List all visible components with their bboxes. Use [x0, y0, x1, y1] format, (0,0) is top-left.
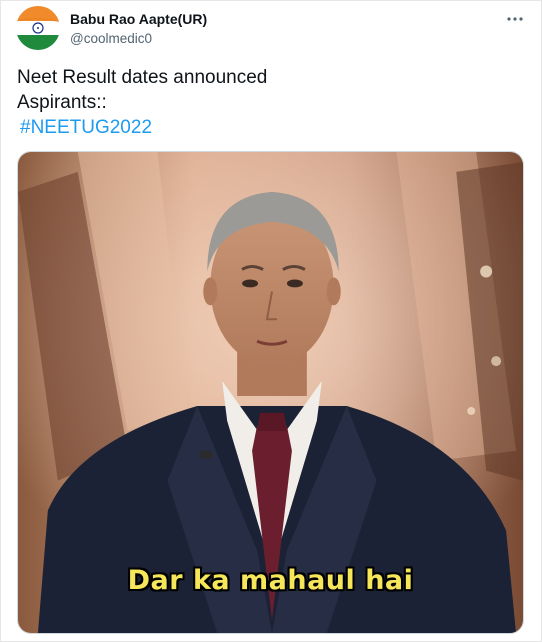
tweet-text: Neet Result dates announced Aspirants:: …	[17, 65, 517, 140]
tweet-media-image[interactable]: Dar ka mahaul hai	[17, 151, 524, 634]
author-name[interactable]: Babu Rao Aapte(UR)	[70, 11, 207, 28]
tweet-text-line: Neet Result dates announced	[17, 67, 268, 88]
more-options-button[interactable]	[503, 9, 527, 29]
tweet-card: Babu Rao Aapte(UR) @coolmedic0 Neet Resu…	[0, 0, 542, 642]
hashtag-link[interactable]: #NEETUG2022	[17, 117, 152, 138]
author-handle[interactable]: @coolmedic0	[70, 30, 152, 47]
news-anchor-meme-image	[18, 152, 523, 633]
author-avatar[interactable]	[16, 6, 60, 50]
more-horizontal-icon	[507, 17, 523, 21]
tweet-text-line: Aspirants::	[17, 92, 107, 113]
meme-caption: Dar ka mahaul hai	[127, 565, 414, 596]
indian-flag-avatar-icon	[16, 6, 60, 50]
